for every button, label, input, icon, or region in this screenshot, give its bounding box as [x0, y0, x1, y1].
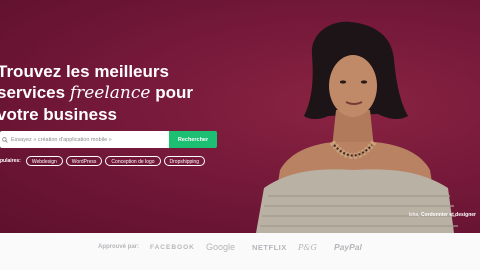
search-input[interactable] — [11, 136, 169, 143]
google-logo: Google — [206, 242, 236, 252]
hero-headline: Trouvez les meilleurs services freelance… — [0, 61, 227, 125]
paypal-logo: PayPal — [334, 242, 362, 252]
headline-line-2: services freelance pour — [0, 82, 227, 104]
hero-section: Trouvez les meilleurs services freelance… — [0, 0, 480, 233]
headline-services: services — [0, 83, 66, 102]
search-bar: Rechercher — [0, 131, 217, 148]
headline-line-1: Trouvez les meilleurs — [0, 62, 169, 81]
popular-chip-dropshipping[interactable]: Dropshipping — [163, 156, 205, 166]
popular-chip-logo-design[interactable]: Conception de logo — [105, 156, 161, 166]
freelancer-caption: Isha, Cordonnier et designer — [409, 212, 476, 218]
netflix-logo: NETFLIX — [252, 243, 287, 252]
facebook-logo: FACEBOOK — [150, 244, 195, 251]
popular-searches: pulaires: Webdesign WordPress Conception… — [0, 156, 205, 166]
popular-label: pulaires: — [0, 158, 21, 164]
caption-role: Cordonnier et designer — [420, 212, 476, 218]
search-field-wrapper[interactable] — [0, 131, 169, 148]
trusted-by-bar: Approuvé par: FACEBOOK Google NETFLIX P&… — [0, 233, 480, 270]
popular-chip-webdesign[interactable]: Webdesign — [25, 156, 63, 166]
headline-pour: pour — [155, 83, 193, 102]
caption-name: Isha, — [408, 212, 420, 218]
headline-freelance: freelance — [69, 83, 151, 103]
headline-line-3: votre business — [0, 105, 117, 124]
popular-chip-wordpress[interactable]: WordPress — [65, 156, 103, 166]
pg-logo: P&G — [298, 243, 317, 252]
search-button[interactable]: Rechercher — [169, 131, 217, 148]
trusted-by-label: Approuvé par: — [98, 244, 140, 250]
search-icon — [2, 136, 8, 143]
freelancer-photo — [256, 21, 458, 233]
